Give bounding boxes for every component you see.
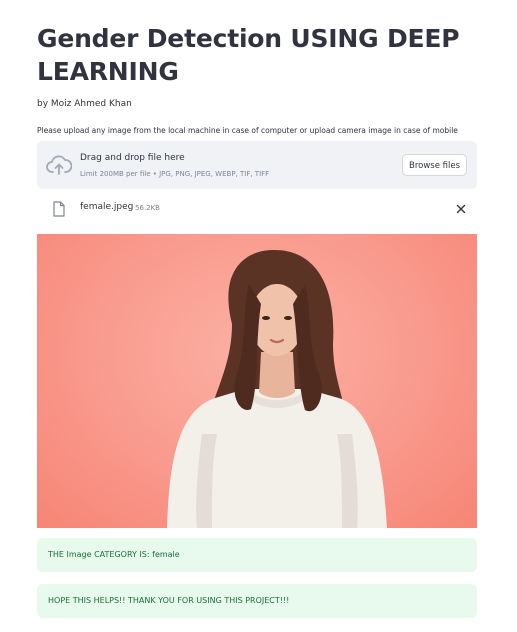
- upload-instructions: Please upload any image from the local m…: [37, 126, 458, 135]
- page-title: Gender Detection USING DEEP LEARNING: [37, 24, 460, 86]
- uploaded-image: [37, 234, 477, 528]
- dropzone-limit: Limit 200MB per file • JPG, PNG, JPEG, W…: [80, 170, 270, 178]
- file-dropzone[interactable]: Drag and drop file here Limit 200MB per …: [37, 141, 477, 189]
- close-icon[interactable]: [455, 203, 467, 215]
- uploaded-file-row: female.jpeg 56.2KB: [37, 199, 477, 221]
- dropzone-title: Drag and drop file here: [80, 153, 185, 163]
- file-name: female.jpeg: [80, 202, 134, 212]
- file-size: 56.2KB: [135, 204, 160, 212]
- file-icon: [53, 201, 65, 217]
- cloud-upload-icon: [46, 155, 72, 175]
- author-text: by Moiz Ahmed Khan: [37, 99, 132, 109]
- category-result-alert: THE Image CATEGORY IS: female: [37, 538, 477, 572]
- portrait-illustration: [167, 249, 387, 528]
- thanks-alert: HOPE THIS HELPS!! THANK YOU FOR USING TH…: [37, 584, 477, 618]
- browse-files-button[interactable]: Browse files: [402, 154, 467, 176]
